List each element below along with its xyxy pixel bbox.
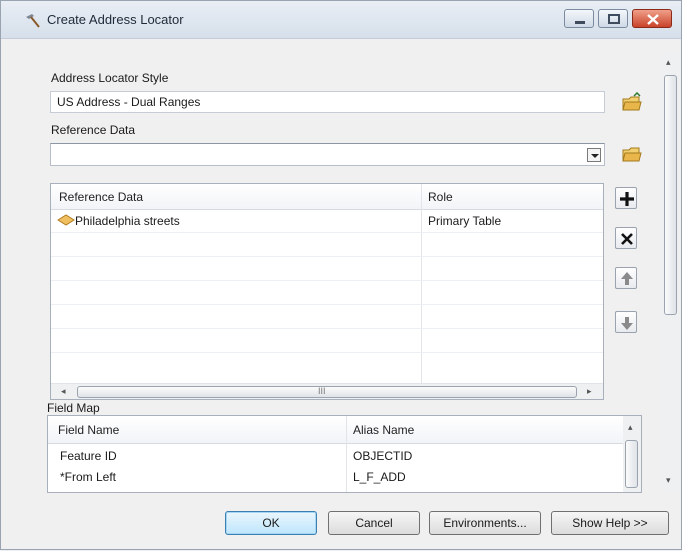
column-header-reference-data[interactable]: Reference Data bbox=[59, 190, 143, 204]
field-name-cell: *From Left bbox=[60, 470, 117, 484]
open-folder-icon[interactable] bbox=[621, 91, 643, 114]
reference-data-table-header: Reference Data Role bbox=[51, 184, 603, 210]
address-locator-style-label: Address Locator Style bbox=[51, 71, 169, 85]
environments-button[interactable]: Environments... bbox=[429, 511, 541, 535]
row-divider bbox=[51, 280, 603, 281]
show-help-button[interactable]: Show Help >> bbox=[551, 511, 669, 535]
reference-data-table: Reference Data Role Philadelphia streets… bbox=[50, 183, 604, 400]
maximize-button[interactable] bbox=[598, 9, 628, 28]
remove-button[interactable] bbox=[615, 227, 637, 249]
column-header-alias-name[interactable]: Alias Name bbox=[353, 423, 414, 437]
close-button[interactable] bbox=[632, 9, 672, 28]
scroll-left-icon[interactable]: ◂ bbox=[61, 386, 66, 397]
reference-data-cell: Philadelphia streets bbox=[75, 214, 180, 228]
field-map-table: Field Name Alias Name Feature ID OBJECTI… bbox=[47, 415, 642, 493]
row-divider bbox=[51, 352, 603, 353]
scroll-grip: III bbox=[318, 386, 326, 396]
line-feature-layer-icon bbox=[57, 214, 75, 229]
title-bar[interactable]: Create Address Locator bbox=[1, 1, 681, 39]
alias-name-cell: L_F_ADD bbox=[353, 470, 406, 484]
cancel-button[interactable]: Cancel bbox=[328, 511, 420, 535]
role-cell: Primary Table bbox=[428, 214, 502, 228]
scroll-up-icon[interactable]: ▴ bbox=[628, 422, 633, 433]
dialog-vertical-scrollbar[interactable]: ▴ ▾ bbox=[662, 51, 679, 491]
row-divider bbox=[51, 256, 603, 257]
field-map-vertical-scrollbar[interactable]: ▴ bbox=[623, 416, 641, 492]
alias-name-cell: OBJECTID bbox=[353, 449, 413, 463]
column-header-role[interactable]: Role bbox=[428, 190, 453, 204]
field-map-label: Field Map bbox=[47, 401, 100, 415]
horizontal-scroll-thumb[interactable]: III bbox=[77, 386, 577, 398]
window-title: Create Address Locator bbox=[47, 12, 184, 27]
minimize-button[interactable] bbox=[564, 9, 594, 28]
horizontal-scrollbar[interactable]: ◂ III ▸ bbox=[51, 383, 603, 399]
row-divider bbox=[51, 304, 603, 305]
dialog-scroll-thumb[interactable] bbox=[664, 75, 677, 315]
hammer-icon bbox=[23, 11, 43, 31]
address-locator-style-field[interactable]: US Address - Dual Ranges bbox=[50, 91, 605, 113]
chevron-down-icon[interactable] bbox=[587, 148, 601, 162]
row-divider bbox=[51, 232, 603, 233]
move-up-button[interactable] bbox=[615, 267, 637, 289]
move-down-button[interactable] bbox=[615, 311, 637, 333]
reference-data-label: Reference Data bbox=[51, 123, 136, 137]
scroll-down-icon[interactable]: ▾ bbox=[666, 475, 671, 486]
ok-button[interactable]: OK bbox=[225, 511, 317, 535]
create-address-locator-dialog: Create Address Locator Address Locator S… bbox=[0, 0, 682, 550]
scroll-up-icon[interactable]: ▴ bbox=[666, 57, 671, 68]
field-map-table-header: Field Name Alias Name bbox=[48, 416, 641, 444]
add-button[interactable] bbox=[615, 187, 637, 209]
field-name-cell: Feature ID bbox=[60, 449, 117, 463]
reference-data-dropdown[interactable] bbox=[50, 143, 605, 166]
dialog-body: Address Locator Style US Address - Dual … bbox=[1, 39, 682, 551]
row-divider bbox=[51, 328, 603, 329]
open-folder-icon[interactable] bbox=[621, 143, 643, 165]
scroll-right-icon[interactable]: ▸ bbox=[587, 386, 592, 397]
table-row[interactable]: Feature ID OBJECTID bbox=[48, 446, 623, 466]
table-row[interactable]: *From Left L_F_ADD bbox=[48, 467, 623, 487]
table-row[interactable]: Philadelphia streets Primary Table bbox=[51, 210, 603, 232]
column-header-field-name[interactable]: Field Name bbox=[58, 423, 119, 437]
field-map-scroll-thumb[interactable] bbox=[625, 440, 638, 488]
